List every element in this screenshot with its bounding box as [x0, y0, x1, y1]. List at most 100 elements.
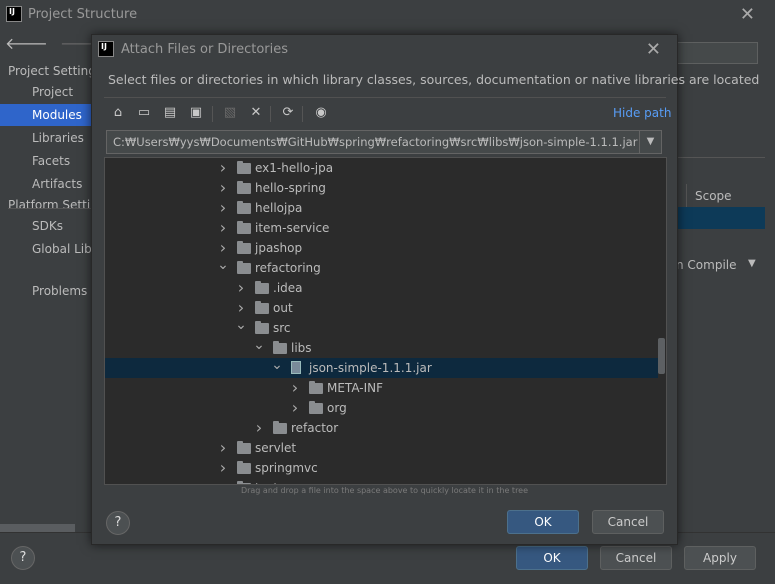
chevron-right-icon[interactable]: › [217, 438, 229, 457]
intellij-logo-icon: IJ [6, 6, 22, 22]
refresh-icon[interactable]: ⟳ [278, 103, 298, 123]
chevron-down-icon[interactable]: ▼ [639, 131, 661, 153]
tree-node-test[interactable]: › test [105, 478, 655, 484]
chevron-down-icon[interactable]: ⌄ [253, 338, 265, 352]
sidebar-item-artifacts[interactable]: Artifacts [0, 173, 92, 195]
outer-window-title: Project Structure [28, 7, 138, 22]
module-folder-icon[interactable]: ▣ [186, 103, 206, 123]
tree-node-hello-spring[interactable]: › hello-spring [105, 178, 655, 198]
chevron-down-icon[interactable]: ⌄ [217, 258, 229, 272]
dialog-ok-button[interactable]: OK [507, 510, 579, 534]
outer-help-button[interactable]: ? [11, 546, 35, 570]
project-folder-icon[interactable]: ▤ [160, 103, 180, 123]
folder-icon [237, 161, 251, 174]
scope-compile-value[interactable]: n Compile [676, 258, 737, 272]
new-folder-icon[interactable]: ▧ [220, 103, 240, 123]
sidebar-item-modules[interactable]: Modules [0, 104, 92, 126]
intellij-logo-icon: IJ [98, 41, 114, 57]
dialog-title: Attach Files or Directories [121, 42, 289, 57]
home-icon[interactable]: ⌂ [108, 103, 128, 123]
chevron-right-icon[interactable]: › [217, 178, 229, 197]
folder-icon [237, 461, 251, 474]
sidebar-item-platform-settings[interactable]: Platform Settings [0, 194, 92, 216]
drag-drop-hint: Drag and drop a file into the space abov… [240, 486, 529, 495]
tree-node-label: src [273, 321, 291, 335]
chevron-right-icon[interactable]: › [253, 418, 265, 437]
toolbar-separator [270, 106, 271, 122]
tree-node-refactor[interactable]: › refactor [105, 418, 655, 438]
tree-node-label: ex1-hello-jpa [255, 161, 334, 175]
sidebar-item-project-settings[interactable]: Project Settings [0, 60, 92, 82]
back-arrow-icon[interactable]: 🡐 [5, 34, 48, 53]
chevron-right-icon[interactable]: › [235, 298, 247, 317]
sidebar-item-sdks[interactable]: SDKs [0, 215, 92, 237]
sidebar-item-global-libraries[interactable]: Global Libraries [0, 238, 92, 260]
folder-icon [237, 221, 251, 234]
tree-node-label: META-INF [327, 381, 384, 395]
sidebar-item-problems[interactable]: Problems [0, 280, 92, 302]
tree-node-label: springmvc [255, 461, 318, 475]
path-field[interactable]: C:₩Users₩yys₩Documents₩GitHub₩spring₩ref… [113, 135, 637, 149]
dialog-help-button[interactable]: ? [106, 511, 130, 535]
hide-path-link[interactable]: Hide path [613, 106, 671, 120]
path-combobox[interactable]: C:₩Users₩yys₩Documents₩GitHub₩spring₩ref… [106, 130, 662, 154]
folder-icon [255, 281, 269, 294]
chevron-right-icon[interactable]: › [235, 278, 247, 297]
dialog-description: Select files or directories in which lib… [108, 72, 760, 87]
dialog-title-bar: IJ Attach Files or Directories ✕ [92, 35, 677, 65]
tree-scrollbar[interactable] [658, 338, 665, 374]
tree-node--idea[interactable]: › .idea [105, 278, 655, 298]
chevron-right-icon[interactable]: › [217, 478, 229, 484]
tree-node-item-service[interactable]: › item-service [105, 218, 655, 238]
chevron-right-icon[interactable]: › [289, 398, 301, 417]
chevron-right-icon[interactable]: › [217, 238, 229, 257]
outer-ok-button[interactable]: OK [516, 546, 588, 570]
tree-node-ex1-hello-jpa[interactable]: › ex1-hello-jpa [105, 158, 655, 178]
file-tree[interactable]: › test › springmvc › servlet › refactor › org › MET… [104, 157, 667, 485]
folder-icon [237, 181, 251, 194]
chevron-right-icon[interactable]: › [217, 158, 229, 177]
chevron-down-icon[interactable]: ▼ [748, 258, 756, 269]
tree-node-meta-inf[interactable]: › META-INF [105, 378, 655, 398]
folder-icon [237, 481, 251, 484]
sidebar-divider [8, 208, 92, 209]
chevron-down-icon[interactable]: ⌄ [271, 358, 283, 372]
outer-close-icon[interactable]: ✕ [740, 4, 755, 25]
tree-node-label: refactor [291, 421, 339, 435]
apply-button[interactable]: Apply [684, 546, 756, 570]
chevron-right-icon[interactable]: › [289, 378, 301, 397]
tree-node-src[interactable]: ⌄ src [105, 318, 655, 338]
chevron-down-icon[interactable]: ⌄ [235, 318, 247, 332]
sidebar-item-project[interactable]: Project [0, 81, 92, 103]
dialog-close-icon[interactable]: ✕ [646, 39, 661, 60]
outer-cancel-button[interactable]: Cancel [600, 546, 672, 570]
scope-column-header[interactable]: Scope [686, 184, 765, 208]
tree-node-json-simple-1-1-1-jar[interactable]: ⌄ json-simple-1.1.1.jar [105, 358, 658, 378]
tree-node-libs[interactable]: ⌄ libs [105, 338, 655, 358]
toolbar-separator [302, 106, 303, 122]
desktop-icon[interactable]: ▭ [134, 103, 154, 123]
tree-node-label: test [255, 478, 278, 484]
sidebar-item-facets[interactable]: Facets [0, 150, 92, 172]
outer-search-input[interactable] [676, 42, 758, 64]
chevron-right-icon[interactable]: › [217, 198, 229, 217]
tree-node-servlet[interactable]: › servlet [105, 438, 655, 458]
dialog-cancel-button[interactable]: Cancel [592, 510, 664, 534]
chevron-right-icon[interactable]: › [217, 458, 229, 477]
toolbar-separator [212, 106, 213, 122]
show-hidden-icon[interactable]: ◉ [311, 103, 331, 123]
dependency-row-selected[interactable] [666, 207, 765, 229]
tree-node-out[interactable]: › out [105, 298, 655, 318]
tree-node-org[interactable]: › org [105, 398, 655, 418]
chevron-right-icon[interactable]: › [217, 218, 229, 237]
folder-icon [255, 321, 269, 334]
sidebar-item-libraries[interactable]: Libraries [0, 127, 92, 149]
delete-icon[interactable]: ✕ [246, 103, 266, 123]
sidebar-scrollbar[interactable] [0, 524, 75, 532]
tree-node-refactoring[interactable]: ⌄ refactoring [105, 258, 655, 278]
tree-node-springmvc[interactable]: › springmvc [105, 458, 655, 478]
folder-icon [309, 381, 323, 394]
tree-node-jpashop[interactable]: › jpashop [105, 238, 655, 258]
tree-node-hellojpa[interactable]: › hellojpa [105, 198, 655, 218]
dialog-divider [104, 97, 666, 98]
